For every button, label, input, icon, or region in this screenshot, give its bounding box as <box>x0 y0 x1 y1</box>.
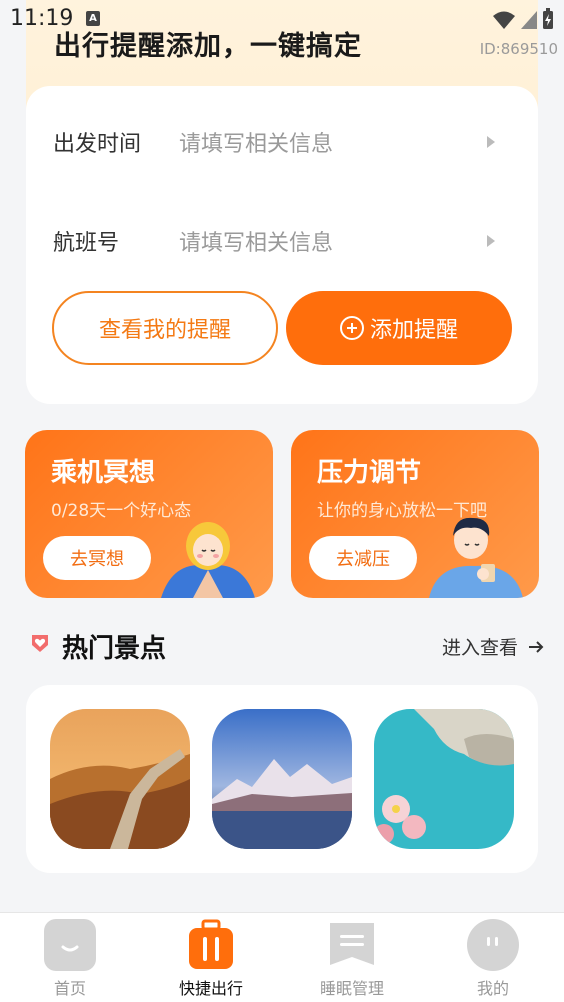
bottom-tab-bar: 首页 快捷出行 睡眠管理 我的 <box>0 912 564 1002</box>
add-reminder-label: 添加提醒 <box>369 318 458 343</box>
tab-home-label: 首页 <box>53 979 86 998</box>
home-icon <box>44 919 96 971</box>
departure-time-field[interactable]: 出发时间 请填写相关信息 <box>53 122 513 162</box>
plus-circle-icon <box>339 316 364 340</box>
scenic-great-wall-image[interactable] <box>50 709 190 849</box>
meditation-card[interactable]: 乘机冥想 0/28天一个好心态 去冥想 <box>25 430 273 598</box>
chevron-right-icon <box>487 235 495 247</box>
signal-icon <box>521 11 537 29</box>
view-more-link[interactable]: 进入查看 <box>442 633 544 660</box>
wifi-icon <box>493 11 515 29</box>
go-meditate-button[interactable]: 去冥想 <box>43 536 151 580</box>
status-icons <box>492 8 554 30</box>
stress-relief-title: 压力调节 <box>317 458 422 488</box>
tab-profile-label: 我的 <box>476 979 509 998</box>
bookmark-icon <box>326 919 378 971</box>
tab-sleep[interactable]: 睡眠管理 <box>302 919 402 999</box>
flight-number-label: 航班号 <box>53 231 120 256</box>
meditating-woman-illustration <box>161 522 255 598</box>
add-reminder-button[interactable]: 添加提醒 <box>286 291 512 365</box>
chevron-right-icon <box>487 136 495 148</box>
departure-time-label: 出发时间 <box>53 132 142 157</box>
reminder-form-card: 出发时间 请填写相关信息 航班号 请填写相关信息 查看我的提醒 添加提醒 <box>26 86 538 404</box>
tab-sleep-label: 睡眠管理 <box>319 979 384 998</box>
relaxing-man-illustration <box>429 517 523 598</box>
scenic-seaside-image[interactable] <box>374 709 514 849</box>
arrow-right-icon <box>529 640 544 653</box>
tab-home[interactable]: 首页 <box>20 919 120 999</box>
view-more-label: 进入查看 <box>441 637 518 659</box>
hot-spots-title: 热门景点 <box>62 634 167 664</box>
scenic-snow-mountain-image[interactable] <box>212 709 352 849</box>
tab-quick-travel-label: 快捷出行 <box>178 979 243 998</box>
battery-icon <box>543 8 553 29</box>
view-my-reminders-button[interactable]: 查看我的提醒 <box>52 291 278 365</box>
scenic-spots-card <box>26 685 538 873</box>
flight-number-placeholder[interactable]: 请填写相关信息 <box>179 225 487 257</box>
profile-icon <box>467 919 519 971</box>
meditation-title: 乘机冥想 <box>51 458 156 488</box>
suitcase-icon <box>185 919 237 971</box>
stress-relief-card[interactable]: 压力调节 让你的身心放松一下吧 去减压 <box>291 430 539 598</box>
departure-time-placeholder[interactable]: 请填写相关信息 <box>179 126 487 158</box>
go-destress-button[interactable]: 去减压 <box>309 536 417 580</box>
tab-profile[interactable]: 我的 <box>443 919 543 999</box>
tab-quick-travel[interactable]: 快捷出行 <box>161 919 261 999</box>
id-tag: ID:869510 <box>479 40 558 58</box>
banner-title: 出行提醒添加，一键搞定 <box>54 31 362 62</box>
heart-tag-icon <box>32 635 48 652</box>
flight-number-field[interactable]: 航班号 请填写相关信息 <box>53 221 513 261</box>
